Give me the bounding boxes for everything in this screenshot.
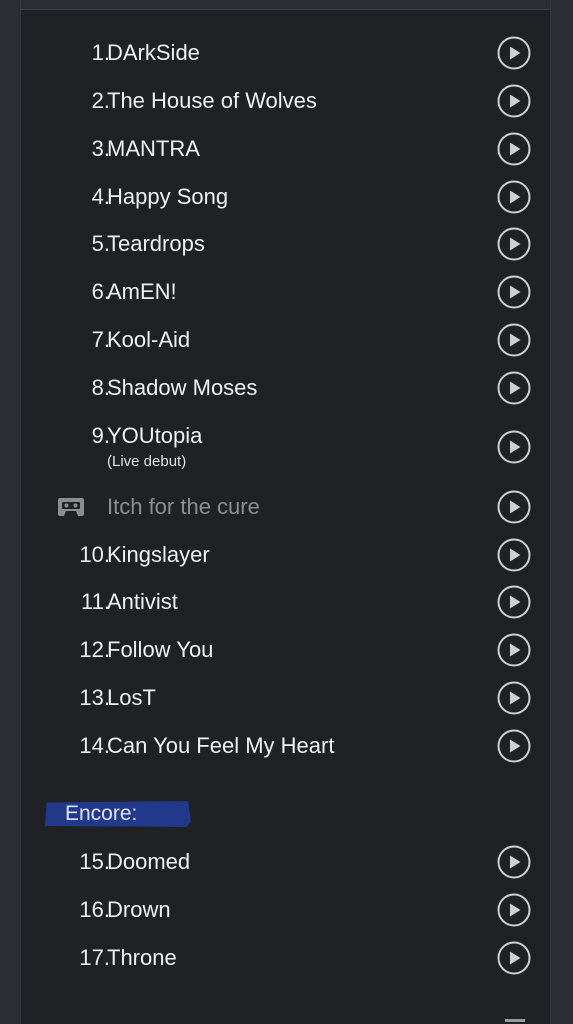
- song-title[interactable]: LosT: [107, 685, 156, 711]
- play-circle-icon[interactable]: [497, 845, 531, 879]
- song-number: 11.: [81, 589, 110, 614]
- play-circle-icon[interactable]: [497, 371, 531, 405]
- song-row: 12. Follow You: [21, 626, 550, 674]
- song-row: 15. Doomed: [21, 838, 550, 886]
- play-circle-icon[interactable]: [497, 227, 531, 261]
- song-row: 11. Antivist: [21, 578, 550, 626]
- play-circle-icon[interactable]: [497, 729, 531, 763]
- play-circle-icon[interactable]: [497, 275, 531, 309]
- encore-label: Encore:: [45, 801, 191, 827]
- encore-label-text: Encore:: [65, 802, 138, 825]
- song-title[interactable]: MANTRA: [107, 136, 200, 162]
- play-circle-icon[interactable]: [497, 180, 531, 214]
- song-row: 1. DArkSide: [21, 29, 550, 77]
- song-number: 10.: [79, 542, 110, 567]
- play-circle-icon[interactable]: [497, 84, 531, 118]
- play-circle-icon[interactable]: [497, 633, 531, 667]
- song-number: 13.: [79, 685, 110, 710]
- song-title[interactable]: The House of Wolves: [107, 88, 317, 114]
- song-row: 17. Throne: [21, 934, 550, 982]
- song-row: 2. The House of Wolves: [21, 77, 550, 125]
- play-circle-icon[interactable]: [497, 430, 531, 464]
- play-circle-icon[interactable]: [497, 490, 531, 524]
- song-row: 6. AmEN!: [21, 268, 550, 316]
- play-circle-icon[interactable]: [497, 681, 531, 715]
- song-number: 14.: [79, 733, 110, 758]
- song-title[interactable]: DArkSide: [107, 40, 200, 66]
- song-number: 16.: [79, 897, 110, 922]
- song-title[interactable]: Doomed: [107, 849, 190, 875]
- song-title[interactable]: Antivist: [107, 589, 178, 615]
- play-circle-icon[interactable]: [497, 36, 531, 70]
- song-row: 9. YOUtopia (Live debut): [21, 411, 550, 483]
- song-title[interactable]: Drown: [107, 897, 171, 923]
- song-title[interactable]: Can You Feel My Heart: [107, 733, 334, 759]
- play-circle-icon[interactable]: [497, 132, 531, 166]
- song-row: 13. LosT: [21, 674, 550, 722]
- song-title[interactable]: Teardrops: [107, 231, 205, 257]
- tape-row: Itch for the cure: [21, 483, 550, 531]
- top-bar: [21, 0, 550, 10]
- song-title[interactable]: Throne: [107, 945, 177, 971]
- bottom-edge-mark: [505, 1019, 525, 1022]
- song-row: 5. Teardrops: [21, 220, 550, 268]
- song-title[interactable]: Happy Song: [107, 184, 228, 210]
- setlist-panel: 1. DArkSide 2. The House of Wolves 3. MA…: [20, 0, 551, 1024]
- play-circle-icon[interactable]: [497, 538, 531, 572]
- song-title[interactable]: YOUtopia: [107, 423, 202, 449]
- song-number: 12.: [79, 637, 110, 662]
- song-row: 10. Kingslayer: [21, 531, 550, 579]
- play-circle-icon[interactable]: [497, 941, 531, 975]
- play-circle-icon[interactable]: [497, 323, 531, 357]
- song-row: 8. Shadow Moses: [21, 364, 550, 412]
- song-row: 4. Happy Song: [21, 173, 550, 221]
- song-title[interactable]: Follow You: [107, 637, 213, 663]
- song-number: 15.: [79, 849, 110, 874]
- song-row: 3. MANTRA: [21, 125, 550, 173]
- song-title[interactable]: AmEN!: [107, 279, 177, 305]
- song-row: 7. Kool-Aid: [21, 316, 550, 364]
- song-title[interactable]: Itch for the cure: [107, 494, 260, 520]
- song-title[interactable]: Shadow Moses: [107, 375, 257, 401]
- song-row: 16. Drown: [21, 886, 550, 934]
- play-circle-icon[interactable]: [497, 585, 531, 619]
- song-title[interactable]: Kingslayer: [107, 542, 210, 568]
- song-note: (Live debut): [107, 453, 187, 470]
- song-number: 17.: [79, 945, 110, 970]
- song-title[interactable]: Kool-Aid: [107, 327, 190, 353]
- play-circle-icon[interactable]: [497, 893, 531, 927]
- song-row: 14. Can You Feel My Heart: [21, 722, 550, 770]
- cassette-tape-icon: [57, 497, 85, 517]
